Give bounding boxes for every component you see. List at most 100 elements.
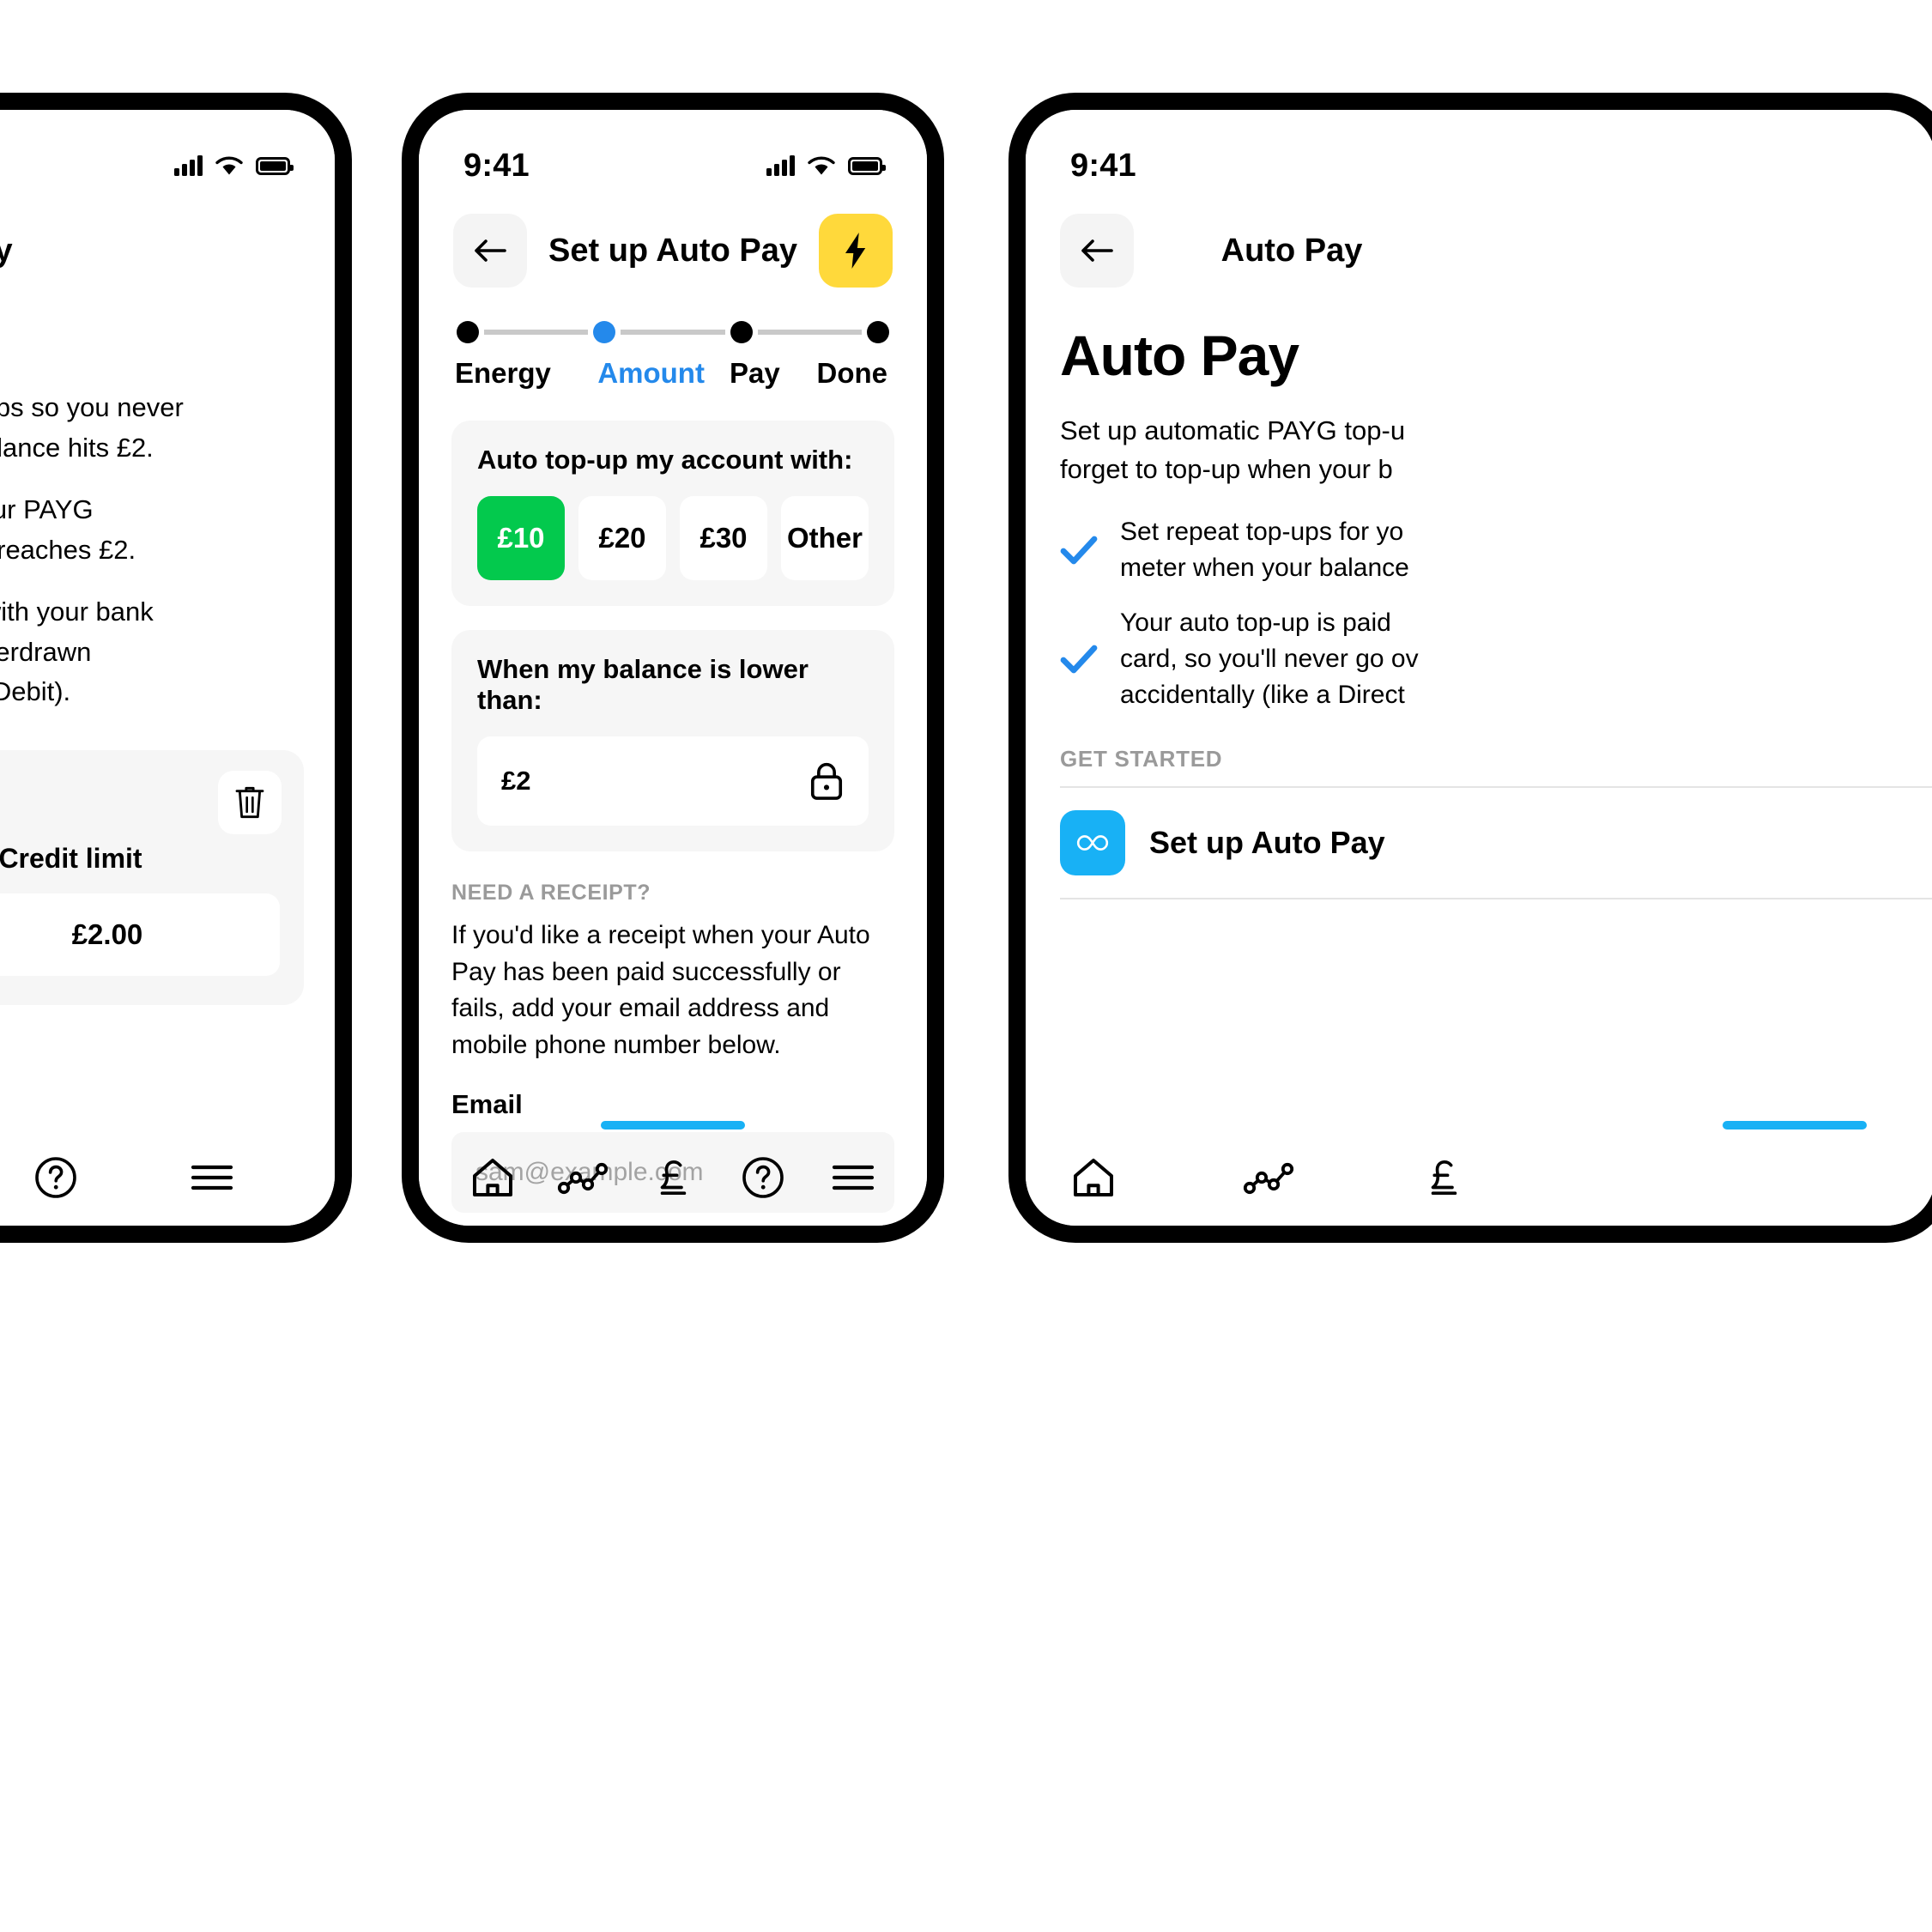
credit-limit-label: Credit limit: [0, 842, 142, 874]
center-phone-screen: 9:41 Set up Auto Pay Energy Amount Pay D…: [419, 110, 927, 1226]
right-phone-screen: 9:41 Auto Pay Auto Pay Set up automatic …: [1026, 110, 1932, 1226]
divider: [1060, 898, 1932, 900]
left-status-bar: [0, 110, 335, 192]
left-paragraph-3: p-up is paid with your bank ll never go …: [0, 597, 154, 706]
wifi-icon: [808, 156, 835, 174]
setup-stepper: Energy Amount Pay Done: [419, 294, 927, 397]
right-intro: Set up automatic PAYG top-u forget to to…: [1060, 415, 1406, 484]
set-up-auto-pay-row[interactable]: Set up Auto Pay: [1026, 788, 1932, 898]
check-icon: [1060, 531, 1098, 569]
threshold-input[interactable]: £2: [477, 736, 869, 826]
credit-limit-inputs: £2.00: [0, 893, 280, 976]
benefit-text: Your auto top-up is paid card, so you'll…: [1120, 609, 1419, 710]
benefit-text: Set repeat top-ups for yo meter when you…: [1120, 518, 1409, 583]
arrow-left-icon: [1081, 239, 1113, 262]
home-tab[interactable]: [461, 1146, 524, 1209]
left-tab-bar: [0, 1130, 335, 1226]
phone-center: 9:41 Set up Auto Pay Energy Amount Pay D…: [402, 93, 944, 1243]
pound-sterling-icon: [660, 1160, 687, 1196]
left-page-title: Auto Pay: [0, 233, 13, 270]
step-dot-energy[interactable]: [457, 321, 479, 343]
stepper-line-3: [757, 330, 862, 335]
step-dot-amount[interactable]: [593, 321, 616, 343]
line-chart-icon: [1243, 1162, 1294, 1195]
battery-icon: [848, 156, 886, 175]
step-label-amount: Amount: [597, 357, 705, 389]
get-started-eyebrow: GET STARTED: [1060, 746, 1223, 772]
house-icon: [1074, 1159, 1113, 1196]
hamburger-menu-icon: [832, 1165, 874, 1190]
topup-amount-card: Auto top-up my account with: £10 £20 £30…: [451, 421, 894, 606]
center-status-bar: 9:41: [419, 110, 927, 192]
phone-left: Auto Pay c PAYG top-ups so you never whe…: [0, 93, 352, 1243]
right-status-bar: 9:41: [1026, 110, 1932, 192]
status-time: 9:41: [1070, 147, 1136, 184]
pound-sterling-icon: [1431, 1160, 1457, 1196]
help-tab[interactable]: [731, 1146, 795, 1209]
receipt-paragraph: If you'd like a receipt when your Auto P…: [451, 921, 870, 1059]
left-status-icons: [174, 155, 294, 177]
stepper-labels: Energy Amount Pay Done: [455, 357, 889, 397]
email-label: Email: [451, 1089, 523, 1120]
infinity-icon: [1060, 810, 1125, 876]
center-tab-bar: [419, 1130, 927, 1226]
step-label-energy: Energy: [455, 357, 551, 389]
step-label-done: Done: [816, 357, 888, 389]
topup-card-title: Auto top-up my account with:: [477, 445, 853, 475]
list-item: Your auto top-up is paid card, so you'll…: [1060, 605, 1932, 713]
cellular-signal-icon: [766, 155, 795, 176]
amount-options: £10 £20 £30 Other: [477, 496, 869, 580]
amount-option-other[interactable]: Other: [781, 496, 869, 580]
center-home-indicator: [419, 1121, 927, 1130]
step-label-pay: Pay: [730, 357, 780, 389]
usage-tab[interactable]: [551, 1146, 615, 1209]
amount-option-10[interactable]: £10: [477, 496, 565, 580]
center-navbar: Set up Auto Pay: [419, 192, 927, 294]
back-button[interactable]: [1060, 214, 1134, 288]
status-time: 9:41: [463, 147, 530, 184]
left-home-indicator: [0, 1121, 335, 1130]
left-navbar: Auto Pay: [0, 192, 335, 294]
menu-tab[interactable]: [180, 1146, 244, 1209]
right-home-indicator: [1026, 1121, 1932, 1130]
stepper-track: [457, 321, 889, 343]
set-up-auto-pay-label: Set up Auto Pay: [1149, 825, 1385, 861]
delete-button[interactable]: [218, 770, 282, 834]
list-item: Set repeat top-ups for yo meter when you…: [1060, 514, 1932, 586]
right-navbar: Auto Pay: [1026, 192, 1932, 294]
left-phone-screen: Auto Pay c PAYG top-ups so you never whe…: [0, 110, 335, 1226]
question-mark-circle-icon: [35, 1157, 76, 1198]
credit-limit-value[interactable]: £2.00: [0, 893, 280, 976]
menu-tab[interactable]: [821, 1146, 885, 1209]
battery-icon: [256, 156, 294, 175]
check-icon: [1060, 640, 1098, 678]
receipt-eyebrow: NEED A RECEIPT?: [451, 881, 651, 905]
money-tab[interactable]: [1412, 1146, 1475, 1209]
threshold-card-title: When my balance is lower than:: [477, 654, 809, 715]
arrow-left-icon: [475, 239, 506, 262]
hamburger-menu-icon: [191, 1165, 233, 1190]
help-tab[interactable]: [24, 1146, 88, 1209]
amount-option-20[interactable]: £20: [578, 496, 666, 580]
credit-limit-card: Credit limit £2.00: [0, 749, 304, 1005]
step-dot-pay[interactable]: [730, 321, 753, 343]
threshold-card: When my balance is lower than: £2: [451, 630, 894, 851]
amount-option-30[interactable]: £30: [680, 496, 767, 580]
left-paragraph-2: op-ups for your PAYG your balance reache…: [0, 494, 136, 565]
money-tab[interactable]: [641, 1146, 705, 1209]
home-tab[interactable]: [1062, 1146, 1125, 1209]
cellular-signal-icon: [174, 155, 203, 176]
back-button[interactable]: [453, 214, 527, 288]
threshold-value: £2: [501, 766, 531, 796]
house-icon: [473, 1159, 513, 1196]
lock-icon: [810, 762, 843, 800]
usage-tab[interactable]: [1237, 1146, 1300, 1209]
right-tab-bar: [1026, 1130, 1932, 1226]
line-chart-icon: [558, 1162, 609, 1195]
wifi-icon: [215, 156, 243, 174]
center-status-icons: [766, 155, 886, 177]
step-dot-done[interactable]: [866, 321, 889, 343]
boost-button[interactable]: [819, 214, 893, 288]
left-paragraph-1: c PAYG top-ups so you never when your ba…: [0, 392, 184, 463]
right-heading: Auto Pay: [1060, 324, 1299, 387]
